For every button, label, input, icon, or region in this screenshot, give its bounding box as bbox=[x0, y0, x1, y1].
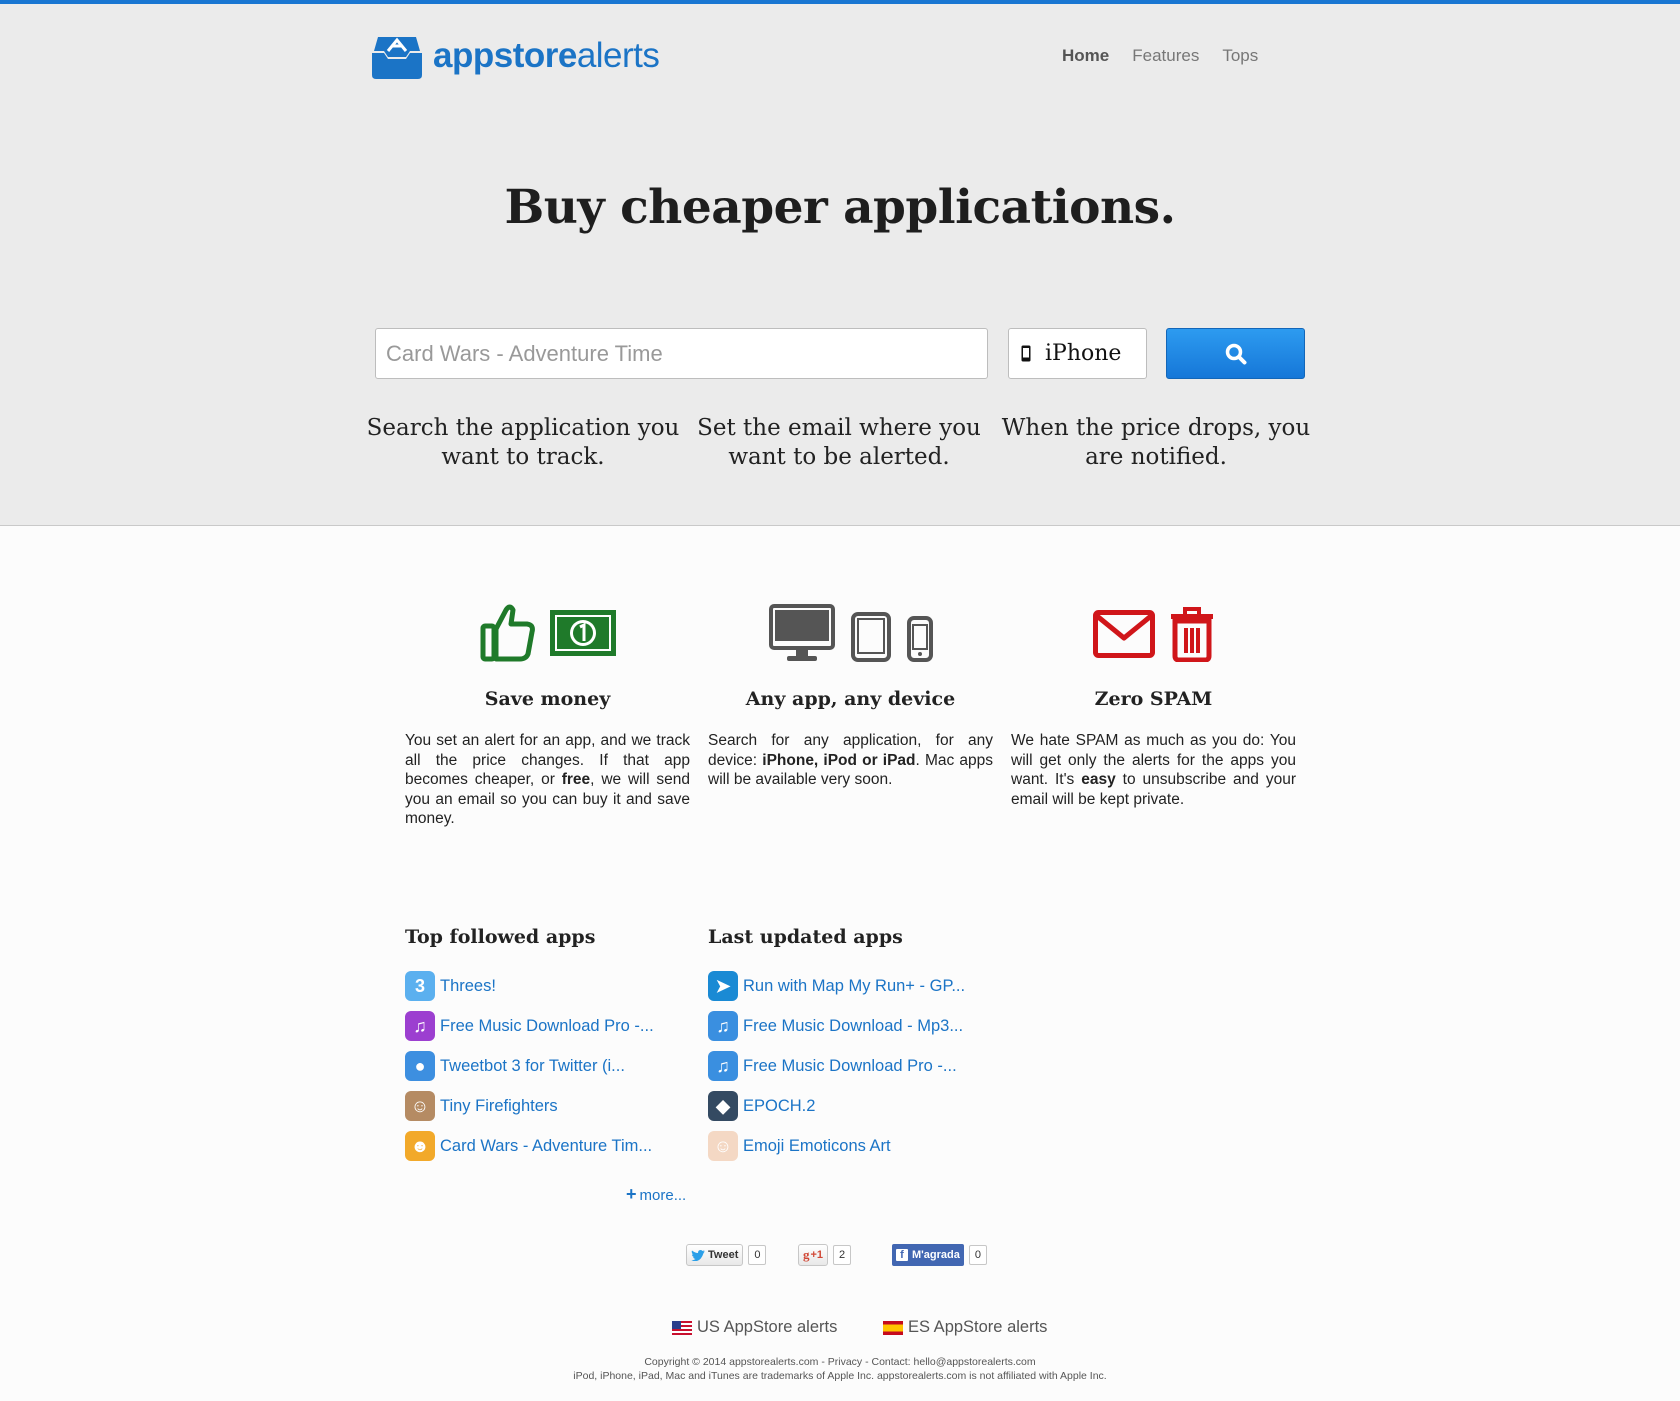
app-link[interactable]: Emoji Emoticons Art bbox=[743, 1137, 891, 1156]
gplus-share: g +1 2 bbox=[798, 1243, 852, 1267]
facebook-share: f M'agrada 0 bbox=[892, 1243, 987, 1267]
app-icon[interactable]: ☺ bbox=[708, 1131, 738, 1161]
nav-home[interactable]: Home bbox=[1062, 46, 1109, 66]
app-link[interactable]: Tweetbot 3 for Twitter (i... bbox=[440, 1057, 625, 1076]
locale-es-link[interactable]: ES AppStore alerts bbox=[883, 1318, 1047, 1337]
app-list-item: ♫ Free Music Download Pro -... bbox=[405, 1006, 695, 1046]
logo-text: appstorealerts bbox=[433, 36, 660, 75]
search-button[interactable] bbox=[1166, 328, 1305, 379]
more-apps-link[interactable]: + more... bbox=[626, 1184, 686, 1205]
top-followed-list: 3 Threes! ♫ Free Music Download Pro -... ● Tw… bbox=[405, 966, 695, 1166]
app-list-item: ☺ Tiny Firefighters bbox=[405, 1086, 695, 1126]
nav-features[interactable]: Features bbox=[1132, 46, 1199, 66]
copyright-line: Copyright © 2014 appstorealerts.com - Pr… bbox=[644, 1356, 1036, 1368]
step-search: Search the application you want to track… bbox=[366, 415, 680, 470]
footer: Copyright © 2014 appstorealerts.com - Pr… bbox=[0, 1355, 1680, 1383]
facebook-like-button[interactable]: f M'agrada bbox=[892, 1244, 964, 1266]
zero-spam-icons bbox=[1011, 592, 1296, 662]
app-list-item: ➤ Run with Map My Run+ - GP... bbox=[708, 966, 998, 1006]
emphasis-text: easy bbox=[1081, 771, 1116, 788]
app-link[interactable]: Run with Map My Run+ - GP... bbox=[743, 977, 965, 996]
save-money-icons bbox=[405, 592, 690, 662]
app-list-item: ♫ Free Music Download Pro -... bbox=[708, 1046, 998, 1086]
main-nav: Home Features Tops bbox=[1062, 46, 1281, 66]
tweet-share: Tweet 0 bbox=[686, 1243, 767, 1267]
emphasis-text: iPad bbox=[882, 751, 916, 769]
emphasis-text: iPhone, iPod bbox=[762, 751, 857, 769]
tweet-button[interactable]: Tweet bbox=[686, 1244, 744, 1266]
step-email: Set the email where you want to be alert… bbox=[697, 415, 981, 470]
trash-icon bbox=[1170, 607, 1213, 662]
tweet-count: 0 bbox=[748, 1245, 767, 1265]
phone-icon bbox=[906, 616, 933, 662]
emphasis-text: or bbox=[856, 751, 883, 769]
app-icon[interactable]: ♫ bbox=[405, 1011, 435, 1041]
facebook-count: 0 bbox=[968, 1245, 987, 1265]
feature-text-zero-spam: We hate SPAM as much as you do: You will… bbox=[1011, 731, 1296, 809]
envelope-icon bbox=[1092, 610, 1155, 658]
page-headline: Buy cheaper applications. bbox=[504, 180, 1176, 235]
nav-tops[interactable]: Tops bbox=[1222, 46, 1258, 66]
disclaimer-line: iPod, iPhone, iPad, Mac and iTunes are t… bbox=[573, 1370, 1107, 1382]
any-device-icons bbox=[708, 592, 993, 662]
app-link[interactable]: Card Wars - Adventure Tim... bbox=[440, 1137, 652, 1156]
app-link[interactable]: Tiny Firefighters bbox=[440, 1097, 558, 1116]
app-link[interactable]: Threes! bbox=[440, 977, 496, 996]
gplus-count: 2 bbox=[833, 1245, 852, 1265]
us-flag-icon bbox=[672, 1320, 692, 1335]
app-list-item: ● Tweetbot 3 for Twitter (i... bbox=[405, 1046, 695, 1086]
facebook-icon: f bbox=[896, 1249, 908, 1261]
locale-us-link[interactable]: US AppStore alerts bbox=[672, 1318, 837, 1337]
app-icon[interactable]: ♫ bbox=[708, 1011, 738, 1041]
emphasis-text: free bbox=[561, 771, 591, 788]
feature-title-save-money: Save money bbox=[484, 688, 611, 710]
app-link[interactable]: Free Music Download Pro -... bbox=[440, 1017, 654, 1036]
gplus-g-icon: g bbox=[803, 1247, 810, 1262]
last-updated-title: Last updated apps bbox=[708, 926, 903, 948]
app-icon[interactable]: ☺ bbox=[405, 1091, 435, 1121]
top-followed-title: Top followed apps bbox=[405, 926, 596, 948]
app-icon[interactable]: ☻ bbox=[405, 1131, 435, 1161]
plus-icon: + bbox=[626, 1184, 637, 1204]
gplus-button[interactable]: g +1 bbox=[798, 1244, 829, 1266]
app-link[interactable]: Free Music Download - Mp3... bbox=[743, 1017, 963, 1036]
es-flag-icon bbox=[883, 1320, 903, 1335]
twitter-bird-icon bbox=[691, 1249, 705, 1261]
app-icon[interactable]: ➤ bbox=[708, 971, 738, 1001]
money-bill-icon bbox=[549, 610, 616, 656]
feature-text-any-device: Search for any application, for any devi… bbox=[708, 731, 993, 790]
app-icon[interactable]: ● bbox=[405, 1051, 435, 1081]
app-list-item: ☺ Emoji Emoticons Art bbox=[708, 1126, 998, 1166]
feature-text-save-money: You set an alert for an app, and we trac… bbox=[405, 731, 690, 829]
appstore-box-icon bbox=[372, 37, 422, 79]
step-notified: When the price drops, you are notified. bbox=[1001, 415, 1311, 470]
app-link[interactable]: Free Music Download Pro -... bbox=[743, 1057, 957, 1076]
app-icon[interactable]: 3 bbox=[405, 971, 435, 1001]
app-icon[interactable]: ◆ bbox=[708, 1091, 738, 1121]
tablet-icon bbox=[850, 612, 891, 662]
search-icon bbox=[1225, 343, 1246, 364]
app-search-input[interactable] bbox=[375, 328, 988, 379]
app-list-item: 3 Threes! bbox=[405, 966, 695, 1006]
feature-title-any-device: Any app, any device bbox=[745, 688, 956, 710]
desktop-icon bbox=[768, 604, 835, 661]
device-select[interactable]: iPhone bbox=[1008, 328, 1147, 379]
thumbs-up-icon bbox=[480, 604, 535, 662]
app-list-item: ♫ Free Music Download - Mp3... bbox=[708, 1006, 998, 1046]
app-icon[interactable]: ♫ bbox=[708, 1051, 738, 1081]
feature-title-zero-spam: Zero SPAM bbox=[1094, 688, 1213, 710]
app-list-item: ◆ EPOCH.2 bbox=[708, 1086, 998, 1126]
last-updated-list: ➤ Run with Map My Run+ - GP... ♫ Free Music… bbox=[708, 966, 998, 1166]
logo[interactable]: appstorealerts bbox=[370, 30, 660, 82]
app-list-item: ☻ Card Wars - Adventure Tim... bbox=[405, 1126, 695, 1166]
mobile-phone-icon bbox=[1021, 345, 1031, 362]
device-select-label: iPhone bbox=[1045, 341, 1122, 366]
app-link[interactable]: EPOCH.2 bbox=[743, 1097, 815, 1116]
